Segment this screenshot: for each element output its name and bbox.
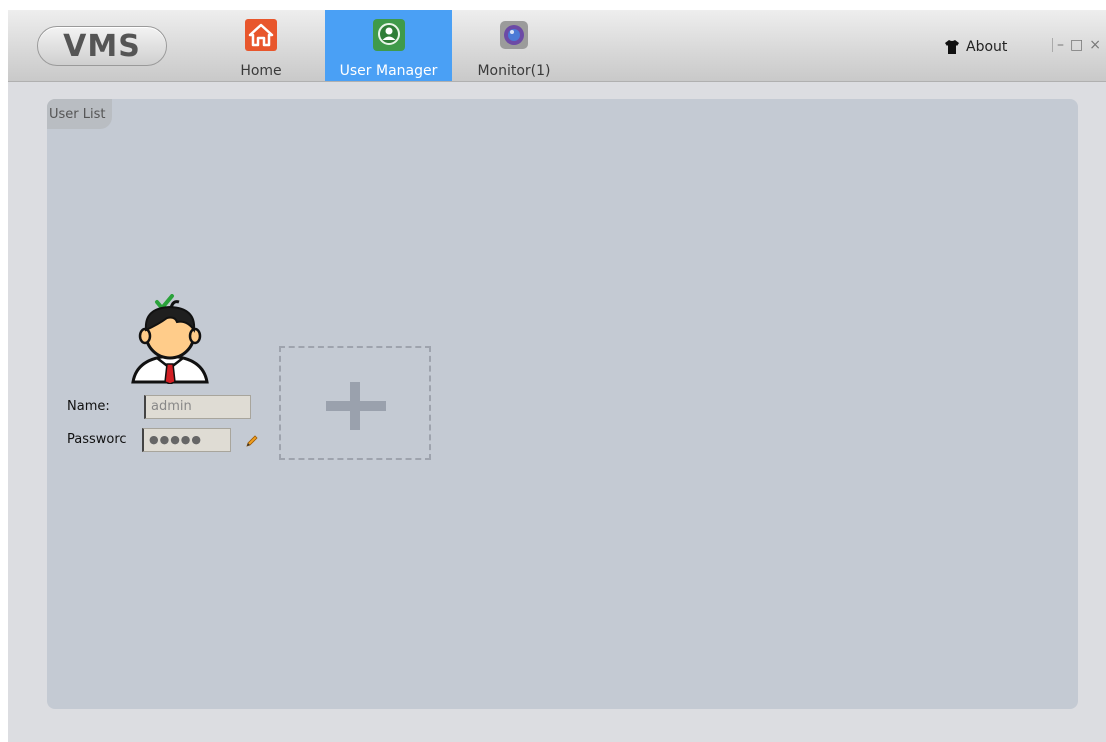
window-controls: – □ × [1057,37,1101,53]
tab-user-manager-label: User Manager [339,63,438,79]
minimize-button[interactable]: – [1057,37,1064,53]
tshirt-icon [945,40,959,54]
maximize-button[interactable]: □ [1070,37,1083,53]
about-label: About [966,39,1008,55]
name-label: Name: [67,399,110,414]
tab-home[interactable]: Home [226,10,296,81]
tab-user-manager[interactable]: User Manager [325,10,452,81]
user-manager-icon [372,19,405,51]
user-list-panel: User List Name: admin Passworc ●●●●● [47,99,1078,709]
monitor-icon [500,21,528,49]
plus-icon-horizontal [326,401,386,411]
tab-user-list[interactable]: User List [47,99,112,129]
title-bar: VMS Home User Manager Monitor(1) About –… [8,10,1106,82]
edit-pencil-icon[interactable] [245,434,259,448]
password-label: Passworc [67,432,127,447]
home-icon [245,19,277,51]
window-controls-divider [1052,38,1053,52]
tab-monitor[interactable]: Monitor(1) [465,10,563,81]
user-avatar-icon [131,294,209,384]
password-field[interactable]: ●●●●● [142,428,231,452]
about-button[interactable]: About [944,39,1007,55]
name-field[interactable]: admin [144,395,251,419]
tab-monitor-label: Monitor(1) [477,63,551,79]
app-logo: VMS [37,26,167,66]
add-user-button[interactable] [279,346,431,460]
close-button[interactable]: × [1089,37,1101,53]
app-window: VMS Home User Manager Monitor(1) About –… [8,10,1106,742]
tab-home-label: Home [240,63,282,79]
